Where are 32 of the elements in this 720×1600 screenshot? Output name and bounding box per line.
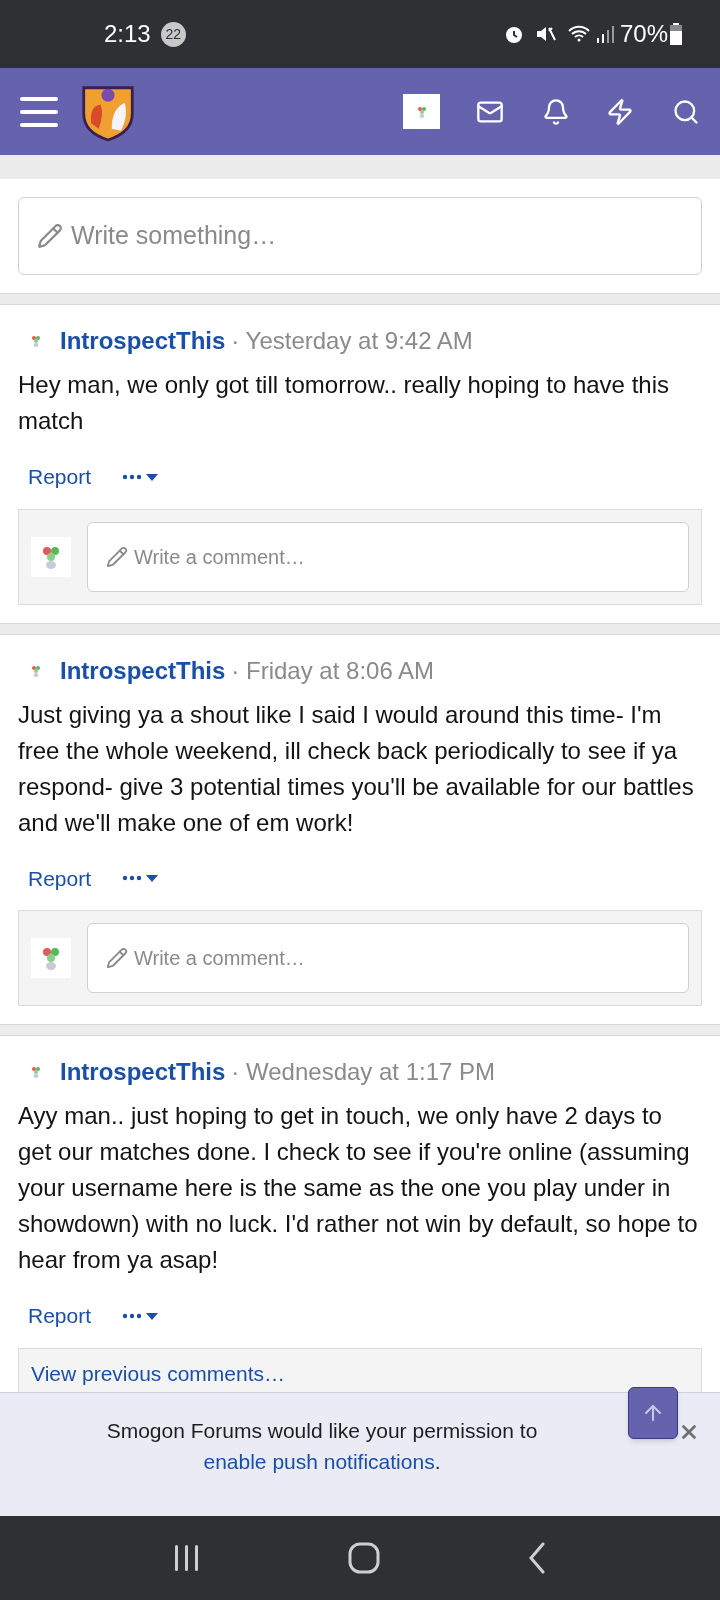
menu-icon[interactable] [20,96,58,127]
bell-icon[interactable] [542,97,570,126]
report-link[interactable]: Report [28,862,92,894]
signal-icon [595,24,616,44]
post-time: · Yesterday at 9:42 AM [231,327,473,354]
avatar-icon[interactable] [31,536,71,577]
avatar-icon[interactable] [31,938,71,978]
enable-push-link[interactable]: enable push notifications [203,1450,435,1473]
notification-count: 22 [160,21,186,47]
clock: 2:13 [104,19,151,49]
post-body: Ayy man.. just hoping to get in touch, we only have 2 days to get our matches done. I check to see if you're online (assuming your username here is the same as the one you play under in showdown) with no luck. I'd rather not win by default, so hope to hear from ya asap! [18,1101,699,1275]
post-body: Just giving ya a shout like I said I would around this time- I'm free the whole weekend, ill check back periodically to see if ya respond- give 3 potential times you'll be available for our battles and we'll make one of em work! [18,699,695,838]
search-icon[interactable] [672,97,700,126]
push-notification-prompt: Smogon Forums would like your permission to enable push notifications. [105,1418,539,1475]
pencil-icon [106,947,128,969]
post-time: · Friday at 8:06 AM [231,656,435,684]
back-icon[interactable] [526,1542,547,1574]
battery-icon [670,23,682,45]
author-link[interactable]: IntrospectThis [60,656,226,684]
post-body: Hey man, we only got till tomorrow.. really hoping to have this match [18,370,670,436]
view-previous-comments-link[interactable]: View previous comments… [31,1361,286,1385]
pencil-icon [37,223,63,249]
home-icon[interactable] [348,1542,380,1574]
pencil-icon [106,545,128,568]
author-link[interactable]: IntrospectThis [60,327,226,354]
report-link[interactable]: Report [28,461,92,493]
post-time: · Wednesday at 1:17 PM [231,1058,496,1085]
author-link[interactable]: IntrospectThis [60,1058,226,1085]
report-link[interactable]: Report [28,1300,92,1332]
battery-percent: 70% [619,19,668,49]
scroll-to-top-button[interactable] [628,1387,678,1439]
lightning-icon[interactable] [606,97,634,126]
